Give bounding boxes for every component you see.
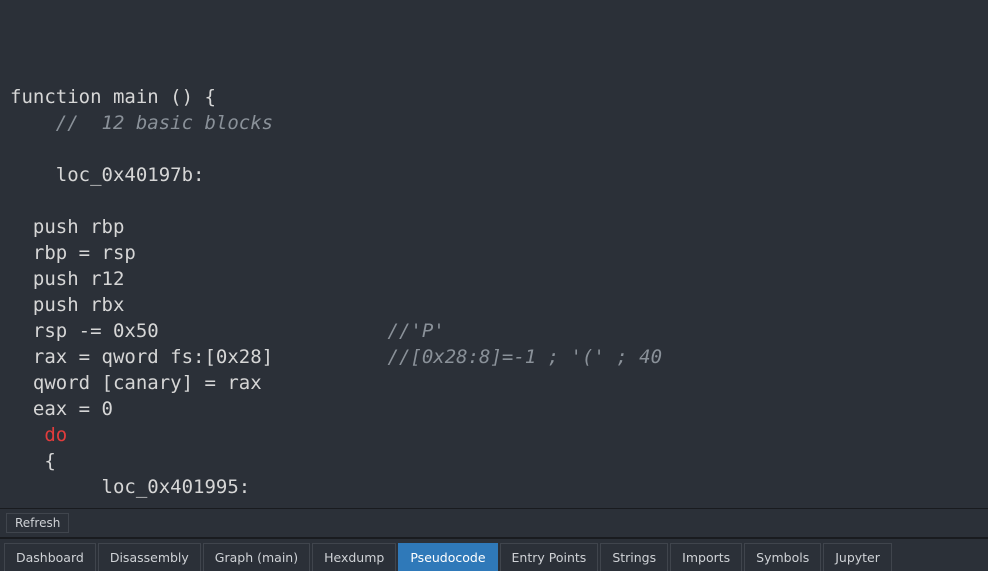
tab-pseudocode[interactable]: Pseudocode — [398, 543, 497, 571]
code-line: loc_0x40197b: — [10, 162, 978, 188]
code-line: qword [canary] = rax — [10, 370, 978, 396]
tab-disassembly[interactable]: Disassembly — [98, 543, 201, 571]
tab-graph[interactable]: Graph (main) — [203, 543, 310, 571]
tab-entrypoints[interactable]: Entry Points — [500, 543, 599, 571]
code-line: { — [10, 448, 978, 474]
code-line: // 12 basic blocks — [10, 110, 978, 136]
tab-strings[interactable]: Strings — [600, 543, 668, 571]
code-line — [10, 188, 978, 214]
code-line: rsp -= 0x50 //'P' — [10, 318, 978, 344]
tab-jupyter[interactable]: Jupyter — [823, 543, 892, 571]
code-line: push rbp — [10, 214, 978, 240]
code-line: function main () { — [10, 84, 978, 110]
code-line: rax = qword fs:[0x28] //[0x28:8]=-1 ; '(… — [10, 344, 978, 370]
toolbar: Refresh — [0, 508, 988, 538]
code-line: do — [10, 422, 978, 448]
tabbar: DashboardDisassemblyGraph (main)HexdumpP… — [0, 538, 988, 570]
code-line: loc_0x401995: — [10, 474, 978, 500]
code-line: eax = 0 — [10, 396, 978, 422]
code-line: push r12 — [10, 266, 978, 292]
tab-symbols[interactable]: Symbols — [744, 543, 821, 571]
code-comment: //[0x28:8]=-1 ; '(' ; 40 — [388, 346, 663, 368]
tab-dashboard[interactable]: Dashboard — [4, 543, 96, 571]
pseudocode-view[interactable]: function main () { // 12 basic blocks lo… — [0, 0, 988, 508]
tab-imports[interactable]: Imports — [670, 543, 742, 571]
refresh-button[interactable]: Refresh — [6, 513, 69, 533]
code-comment: //'P' — [388, 320, 445, 342]
code-line: push rbx — [10, 292, 978, 318]
code-line: rbp = rsp — [10, 240, 978, 266]
code-line — [10, 136, 978, 162]
tab-hexdump[interactable]: Hexdump — [312, 543, 396, 571]
code-line — [10, 500, 978, 508]
